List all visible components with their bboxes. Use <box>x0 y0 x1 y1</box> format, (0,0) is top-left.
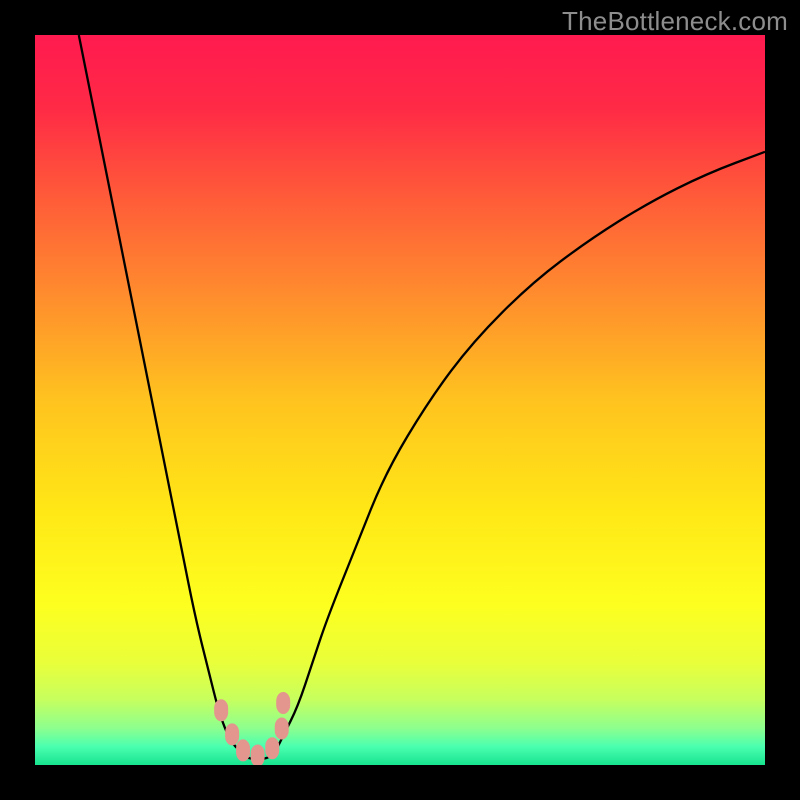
watermark-text: TheBottleneck.com <box>562 6 788 37</box>
plot-area <box>35 35 765 765</box>
marker-dot <box>214 699 228 721</box>
marker-dot <box>251 745 265 765</box>
chart-frame: TheBottleneck.com <box>0 0 800 800</box>
marker-dot <box>265 737 279 759</box>
marker-dot <box>236 739 250 761</box>
gradient-background <box>35 35 765 765</box>
marker-dot <box>225 723 239 745</box>
marker-dot <box>276 692 290 714</box>
marker-dot <box>275 718 289 740</box>
chart-svg <box>35 35 765 765</box>
